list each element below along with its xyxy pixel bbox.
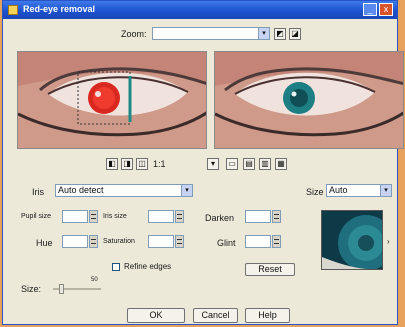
size-slider-label: Size:: [21, 284, 42, 294]
saturation-input[interactable]: [148, 235, 174, 248]
chevron-down-icon: ▾: [258, 28, 269, 39]
zoom-label: Zoom:: [121, 29, 147, 39]
pupil-size-label: Pupil size: [21, 213, 51, 220]
size-slider-value: 50: [91, 277, 98, 283]
saturation-spinner[interactable]: [175, 235, 184, 248]
after-eye-image: [215, 52, 403, 148]
reset-button[interactable]: Reset: [245, 263, 295, 276]
layout1-icon[interactable]: ▤: [243, 158, 255, 170]
red-eye-dialog: Red-eye removal _ x Zoom: ▾ ◩ ◪ ◧ ◨ ◫ 1:…: [2, 0, 404, 325]
glint-input[interactable]: [245, 235, 271, 248]
size-slider-thumb[interactable]: [59, 284, 64, 294]
view-before-icon[interactable]: ◧: [106, 158, 118, 170]
chevron-down-icon: ▾: [181, 185, 192, 196]
layout2-icon[interactable]: ▥: [259, 158, 271, 170]
iris-texture-image: [322, 211, 382, 269]
darken-input[interactable]: [245, 210, 271, 223]
fit-icon[interactable]: ◩: [274, 28, 286, 40]
before-preview[interactable]: [17, 51, 207, 149]
iris-size-label: Iris size: [103, 213, 127, 220]
glint-label: Glint: [217, 238, 236, 248]
zoom-select[interactable]: ▾: [152, 27, 270, 40]
close-button[interactable]: x: [379, 3, 393, 16]
shape-select[interactable]: Auto ▾: [326, 184, 392, 197]
actual-size-icon[interactable]: ◪: [289, 28, 301, 40]
shape-label: Size: [306, 187, 324, 197]
rect-tool-icon[interactable]: ▭: [226, 158, 238, 170]
view-after-icon[interactable]: ◨: [121, 158, 133, 170]
type-label: Iris: [32, 187, 44, 197]
after-preview[interactable]: [214, 51, 404, 149]
type-select[interactable]: Auto detect ▾: [55, 184, 193, 197]
dropdown-icon[interactable]: ▾: [207, 158, 219, 170]
before-eye-image: [18, 52, 206, 148]
title-bar: Red-eye removal _ x: [3, 1, 397, 19]
window-title: Red-eye removal: [23, 4, 96, 14]
hue-spinner[interactable]: [89, 235, 98, 248]
pupil-size-input[interactable]: [62, 210, 88, 223]
cancel-button[interactable]: Cancel: [193, 308, 238, 323]
chevron-down-icon: ▾: [380, 185, 391, 196]
pupil-size-spinner[interactable]: [89, 210, 98, 223]
hue-label: Hue: [36, 238, 53, 248]
iris-size-input[interactable]: [148, 210, 174, 223]
refine-checkbox[interactable]: [112, 263, 120, 271]
view-zoom-label: 1:1: [153, 159, 166, 169]
view-split-icon[interactable]: ◫: [136, 158, 148, 170]
swatch-arrow: ›: [387, 237, 390, 246]
refine-label: Refine edges: [124, 262, 172, 271]
ok-button[interactable]: OK: [127, 308, 185, 323]
iris-size-spinner[interactable]: [175, 210, 184, 223]
app-icon: [8, 5, 18, 15]
layout3-icon[interactable]: ▦: [275, 158, 287, 170]
darken-spinner[interactable]: [272, 210, 281, 223]
saturation-label: Saturation: [103, 238, 135, 245]
help-button[interactable]: Help: [245, 308, 290, 323]
iris-swatch: [321, 210, 383, 270]
glint-spinner[interactable]: [272, 235, 281, 248]
minimize-button[interactable]: _: [363, 3, 377, 16]
hue-input[interactable]: [62, 235, 88, 248]
darken-label: Darken: [205, 213, 235, 223]
